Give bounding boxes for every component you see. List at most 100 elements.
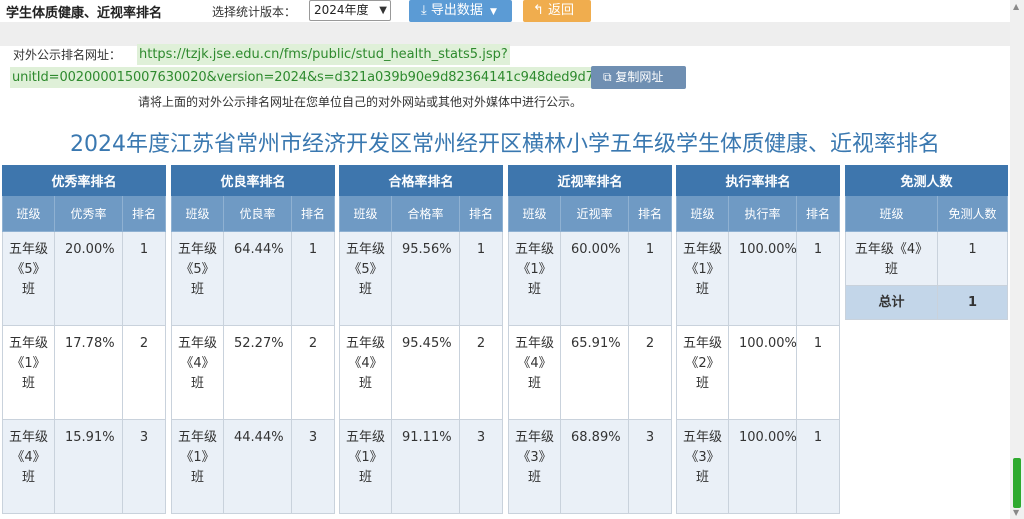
- rank-cell: 3: [627, 419, 673, 514]
- rank-cell: 1: [458, 231, 504, 326]
- caret-down-icon: ▼: [490, 7, 497, 17]
- class-cell: 五年级《1》班: [508, 231, 561, 326]
- value-cell: 64.44%: [223, 231, 292, 326]
- copy-url-button[interactable]: ⧉ 复制网址: [591, 66, 686, 89]
- export-button[interactable]: ⤓ 导出数据 ▼: [409, 0, 512, 22]
- rank-cell: 2: [290, 325, 336, 420]
- value-cell: 100.00%: [728, 325, 797, 420]
- column-header: 班级: [676, 195, 729, 232]
- column-header: 排名: [795, 195, 841, 232]
- table-row: 五年级《4》班 15.91% 3: [2, 419, 167, 514]
- table-title: 近视率排名: [507, 165, 673, 196]
- rank-cell: 1: [795, 419, 841, 514]
- column-header: 班级: [845, 195, 938, 232]
- table-row: 五年级《2》班 100.00% 1: [676, 325, 841, 420]
- scrollbar-thumb[interactable]: [1013, 458, 1021, 508]
- version-select[interactable]: 2024年度 ▼: [309, 0, 391, 21]
- value-cell: 15.91%: [54, 419, 123, 514]
- column-header: 排名: [458, 195, 504, 232]
- column-header: 执行率: [728, 195, 797, 232]
- rank-cell: 3: [458, 419, 504, 514]
- value-cell: 100.00%: [728, 231, 797, 326]
- value-cell: 65.91%: [560, 325, 629, 420]
- table-row: 五年级《1》班 60.00% 1: [508, 231, 673, 326]
- top-bar: 学生体质健康、近视率排名 选择统计版本： 2024年度 ▼ ⤓ 导出数据 ▼ ↰…: [0, 0, 1024, 22]
- public-url-line-2[interactable]: unitId=002000015007630020&version=2024&s…: [10, 67, 596, 88]
- class-cell: 五年级《4》班: [339, 325, 392, 420]
- column-header: 班级: [508, 195, 561, 232]
- total-row: 总计 1: [845, 285, 1009, 320]
- public-url-line-1[interactable]: https://tzjk.jse.edu.cn/fms/public/stud_…: [137, 44, 510, 65]
- scroll-up-icon[interactable]: ▲: [1013, 2, 1019, 11]
- column-header: 排名: [627, 195, 673, 232]
- exempt-table: 免测人数 班级 免测人数 五年级《4》班 1 总计 1: [844, 165, 1009, 320]
- column-header: 优秀率: [54, 195, 123, 232]
- class-cell: 五年级《5》班: [2, 231, 55, 326]
- class-cell: 五年级《4》班: [845, 231, 938, 286]
- table-title: 优良率排名: [170, 165, 336, 196]
- rank-cell: 3: [290, 419, 336, 514]
- column-header: 班级: [2, 195, 55, 232]
- column-header: 班级: [339, 195, 392, 232]
- table-row: 五年级《1》班 91.11% 3: [339, 419, 504, 514]
- value-cell: 95.45%: [391, 325, 460, 420]
- total-value: 1: [936, 285, 1009, 320]
- scroll-down-icon[interactable]: ▼: [1013, 508, 1019, 517]
- rank-cell: 1: [121, 231, 167, 326]
- back-label: 返回: [548, 3, 575, 18]
- ranking-table-myopia: 近视率排名 班级 近视率 排名 五年级《1》班 60.00% 1 五年级《4》班…: [507, 165, 673, 514]
- table-title: 执行率排名: [675, 165, 841, 196]
- column-header: 班级: [171, 195, 224, 232]
- class-cell: 五年级《4》班: [2, 419, 55, 514]
- table-row: 五年级《1》班 100.00% 1: [676, 231, 841, 326]
- table-row: 五年级《4》班 52.27% 2: [171, 325, 336, 420]
- column-header: 近视率: [560, 195, 629, 232]
- download-icon: ⤓: [421, 3, 427, 18]
- ranking-table-excellent: 优秀率排名 班级 优秀率 排名 五年级《5》班 20.00% 1 五年级《1》班…: [1, 165, 167, 514]
- vertical-scrollbar[interactable]: ▲ ▼: [1010, 0, 1024, 519]
- table-row: 五年级《3》班 68.89% 3: [508, 419, 673, 514]
- back-button[interactable]: ↰ 返回: [523, 0, 591, 22]
- publish-note: 请将上面的对外公示排名网址在您单位自己的对外网站或其他对外媒体中进行公示。: [138, 95, 583, 109]
- column-header: 排名: [290, 195, 336, 232]
- class-cell: 五年级《1》班: [339, 419, 392, 514]
- ranking-tables: 优秀率排名 班级 优秀率 排名 五年级《5》班 20.00% 1 五年级《1》班…: [0, 165, 1010, 519]
- class-cell: 五年级《4》班: [508, 325, 561, 420]
- value-cell: 95.56%: [391, 231, 460, 326]
- column-header: 优良率: [223, 195, 292, 232]
- app-title: 学生体质健康、近视率排名: [6, 6, 163, 21]
- table-title: 免测人数: [844, 165, 1009, 196]
- rank-cell: 1: [795, 325, 841, 420]
- copy-icon: ⧉: [603, 70, 612, 84]
- column-header: 排名: [121, 195, 167, 232]
- class-cell: 五年级《5》班: [171, 231, 224, 326]
- value-cell: 100.00%: [728, 419, 797, 514]
- page-title: 2024年度江苏省常州市经济开发区常州经开区横林小学五年级学生体质健康、近视率排…: [70, 132, 940, 157]
- class-cell: 五年级《1》班: [171, 419, 224, 514]
- chevron-down-icon: ▼: [379, 5, 387, 16]
- ranking-table-pass: 合格率排名 班级 合格率 排名 五年级《5》班 95.56% 1 五年级《4》班…: [338, 165, 504, 514]
- class-cell: 五年级《5》班: [339, 231, 392, 326]
- class-cell: 五年级《3》班: [676, 419, 729, 514]
- rank-cell: 3: [121, 419, 167, 514]
- value-cell: 17.78%: [54, 325, 123, 420]
- value-cell: 60.00%: [560, 231, 629, 326]
- total-label: 总计: [845, 285, 938, 320]
- table-row: 五年级《3》班 100.00% 1: [676, 419, 841, 514]
- value-cell: 20.00%: [54, 231, 123, 326]
- value-cell: 44.44%: [223, 419, 292, 514]
- class-cell: 五年级《1》班: [2, 325, 55, 420]
- rank-cell: 2: [627, 325, 673, 420]
- ranking-table-good: 优良率排名 班级 优良率 排名 五年级《5》班 64.44% 1 五年级《4》班…: [170, 165, 336, 514]
- table-row: 五年级《5》班 64.44% 1: [171, 231, 336, 326]
- class-cell: 五年级《3》班: [508, 419, 561, 514]
- rank-cell: 1: [627, 231, 673, 326]
- value-cell: 91.11%: [391, 419, 460, 514]
- version-label: 选择统计版本：: [212, 5, 297, 19]
- export-label: 导出数据: [430, 3, 483, 18]
- value-cell: 68.89%: [560, 419, 629, 514]
- class-cell: 五年级《2》班: [676, 325, 729, 420]
- value-cell: 52.27%: [223, 325, 292, 420]
- rank-cell: 2: [121, 325, 167, 420]
- class-cell: 五年级《4》班: [171, 325, 224, 420]
